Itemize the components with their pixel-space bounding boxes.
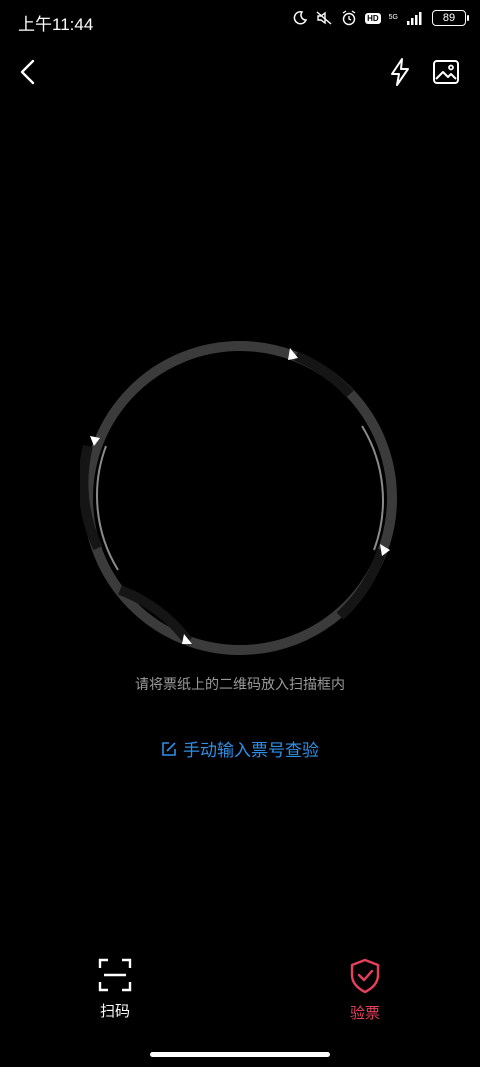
alarm-icon bbox=[342, 10, 356, 26]
flash-button[interactable] bbox=[384, 56, 416, 88]
scan-frame bbox=[78, 338, 400, 658]
home-indicator[interactable] bbox=[150, 1052, 330, 1057]
network-indicator: 5G bbox=[389, 14, 398, 22]
moon-icon bbox=[293, 11, 308, 25]
manual-entry-label: 手动输入票号查验 bbox=[183, 741, 319, 761]
manual-entry-link[interactable]: 手动输入票号查验 bbox=[0, 736, 480, 761]
tab-verify-label: 验票 bbox=[349, 1004, 380, 1022]
status-icons: HD 5G 89 bbox=[293, 10, 469, 26]
scan-ring bbox=[78, 341, 397, 655]
status-time: 上午11:44 bbox=[18, 15, 94, 34]
edit-icon bbox=[162, 741, 176, 756]
scan-hint: 请将票纸上的二维码放入扫描框内 bbox=[135, 677, 345, 693]
tab-scan-label: 扫码 bbox=[99, 1002, 130, 1020]
back-button[interactable] bbox=[12, 56, 44, 88]
network-type: 5G bbox=[388, 14, 398, 21]
scan-frame-icon bbox=[98, 958, 132, 992]
tab-scan[interactable]: 扫码 bbox=[70, 958, 160, 1021]
battery-level: 89 bbox=[442, 12, 456, 24]
chevron-left-icon bbox=[20, 59, 35, 85]
status-bar: 上午11:44 HD 5G 89 bbox=[0, 0, 480, 40]
hd-badge: HD bbox=[365, 12, 381, 24]
gallery-button[interactable] bbox=[430, 56, 462, 88]
flash-icon bbox=[391, 58, 409, 86]
signal-icon bbox=[407, 12, 422, 25]
tab-verify[interactable]: 验票 bbox=[320, 958, 410, 1023]
shield-check-icon bbox=[350, 958, 380, 994]
battery-indicator: 89 bbox=[432, 10, 469, 26]
mute-icon bbox=[316, 11, 332, 25]
image-icon bbox=[433, 60, 459, 84]
